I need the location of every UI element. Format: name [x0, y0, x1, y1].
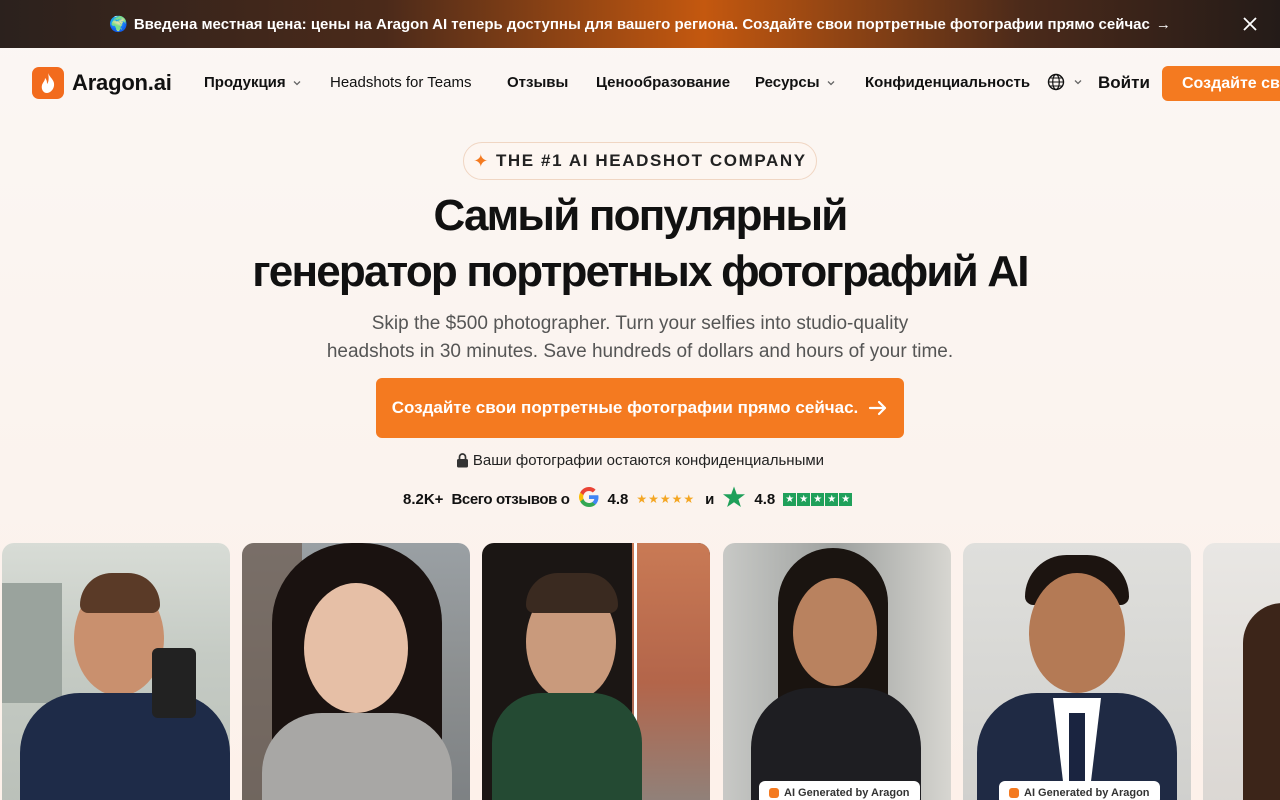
nav-headshots-teams-label: Headshots for Teams: [330, 74, 472, 91]
reviews-summary: 8.2K+ Всего отзывов о 4.8 ★★★★★ и 4.8 ★ …: [403, 486, 853, 512]
trustpilot-star-icon: ★: [797, 492, 811, 506]
globe-icon: [1047, 73, 1065, 91]
create-headshots-nav-button[interactable]: Создайте свои: [1162, 66, 1280, 101]
close-icon: [1243, 17, 1257, 31]
nav-reviews[interactable]: Отзывы: [507, 74, 568, 91]
google-icon[interactable]: [578, 486, 600, 512]
sample-ai-headshot-1: AI Generated by Aragon: [723, 543, 951, 800]
hero-subtitle-line2: headshots in 30 minutes. Save hundreds o…: [326, 341, 954, 362]
nav-resources[interactable]: Ресурсы: [755, 74, 836, 91]
phone-in-hand: [152, 648, 196, 718]
person-hair: [80, 573, 160, 613]
trustpilot-stars: ★ ★ ★ ★ ★: [783, 492, 853, 506]
trustpilot-rating: 4.8: [754, 490, 776, 508]
privacy-text: Ваши фотографии остаются конфиденциальны…: [472, 452, 825, 469]
background-building: [632, 543, 710, 800]
banner-text[interactable]: Введена местная цена: цены на Aragon AI …: [134, 16, 1150, 33]
tagline-text: THE #1 AI HEADSHOT COMPANY: [495, 151, 807, 170]
ai-generated-badge: AI Generated by Aragon: [759, 781, 920, 800]
review-count: 8.2K+: [403, 490, 444, 508]
review-label: Всего отзывов о: [451, 490, 570, 508]
login-link[interactable]: Войти: [1098, 73, 1150, 93]
person-hair: [526, 573, 618, 613]
hero-title-line1: Самый популярный: [433, 191, 848, 240]
flame-logo-icon: [32, 67, 64, 99]
arrow-right-icon: [868, 400, 888, 416]
logo-text: Aragon.ai: [72, 70, 172, 95]
nav-resources-label: Ресурсы: [755, 74, 820, 91]
nav-reviews-label: Отзывы: [507, 74, 569, 91]
create-headshots-main-label: Создайте свои портретные фотографии прям…: [391, 398, 859, 417]
ai-generated-badge-text: AI Generated by Aragon: [1024, 787, 1150, 799]
logo[interactable]: Aragon.ai: [32, 67, 172, 99]
person-shirt: [20, 693, 230, 800]
person-hair: [1243, 603, 1280, 800]
ai-generated-badge-text: AI Generated by Aragon: [784, 787, 910, 799]
sample-selfie-photo-2: [242, 543, 470, 800]
hero-subtitle-line1: Skip the $500 photographer. Turn your se…: [371, 313, 909, 334]
tagline-pill: ✦ THE #1 AI HEADSHOT COMPANY: [463, 142, 817, 180]
privacy-note: Ваши фотографии остаются конфиденциальны…: [0, 452, 1280, 469]
trustpilot-star-icon: ★: [811, 492, 825, 506]
banner-arrow-icon: →: [1155, 15, 1171, 33]
close-banner-button[interactable]: [1238, 12, 1262, 36]
nav-products-label: Продукция: [204, 74, 286, 91]
hero-title-line2: генератор портретных фотографий AI: [252, 247, 1029, 296]
trustpilot-star-icon: ★: [825, 492, 839, 506]
language-selector[interactable]: [1047, 73, 1083, 91]
person-hoodie: [262, 713, 452, 800]
chevron-down-icon: [293, 80, 301, 85]
nav-pricing-label: Ценообразование: [596, 74, 731, 91]
lock-icon: [456, 453, 469, 468]
person-jacket: [492, 693, 642, 800]
sparkle-icon: ✦: [473, 150, 490, 171]
google-rating: 4.8: [607, 490, 629, 508]
trustpilot-star-icon: ★: [783, 492, 797, 506]
main-nav: Aragon.ai Продукция Headshots for Teams …: [0, 48, 1280, 120]
globe-emoji-icon: 🌍: [109, 16, 128, 33]
person-face: [793, 578, 877, 686]
trustpilot-star-icon: ★: [839, 492, 853, 506]
google-stars: ★★★★★: [636, 492, 696, 506]
sample-ai-headshot-3: [1203, 543, 1280, 800]
nav-privacy[interactable]: Конфиденциальность: [865, 74, 1030, 91]
nav-pricing[interactable]: Ценообразование: [596, 74, 730, 91]
nav-headshots-teams[interactable]: Headshots for Teams: [330, 74, 471, 91]
nav-privacy-label: Конфиденциальность: [865, 74, 1031, 91]
trustpilot-star-icon[interactable]: [722, 485, 746, 513]
person-face: [1029, 573, 1125, 693]
chevron-down-icon: [827, 80, 835, 85]
ai-generated-badge: AI Generated by Aragon: [999, 781, 1160, 800]
and-text: и: [705, 490, 715, 508]
sample-selfie-photo-3: [482, 543, 710, 800]
announcement-banner[interactable]: 🌍 Введена местная цена: цены на Aragon A…: [0, 0, 1280, 48]
aragon-logo-icon: [769, 788, 779, 798]
chevron-down-icon: [1074, 80, 1082, 85]
sample-selfie-photo-1: [2, 543, 230, 800]
nav-products[interactable]: Продукция: [204, 74, 302, 91]
background-door: [2, 583, 62, 703]
person-face: [304, 583, 408, 713]
sample-ai-headshot-2: AI Generated by Aragon: [963, 543, 1191, 800]
create-headshots-main-button[interactable]: Создайте свои портретные фотографии прям…: [376, 378, 904, 438]
aragon-logo-icon: [1009, 788, 1019, 798]
hero-subtitle: Skip the $500 photographer. Turn your se…: [290, 310, 990, 366]
